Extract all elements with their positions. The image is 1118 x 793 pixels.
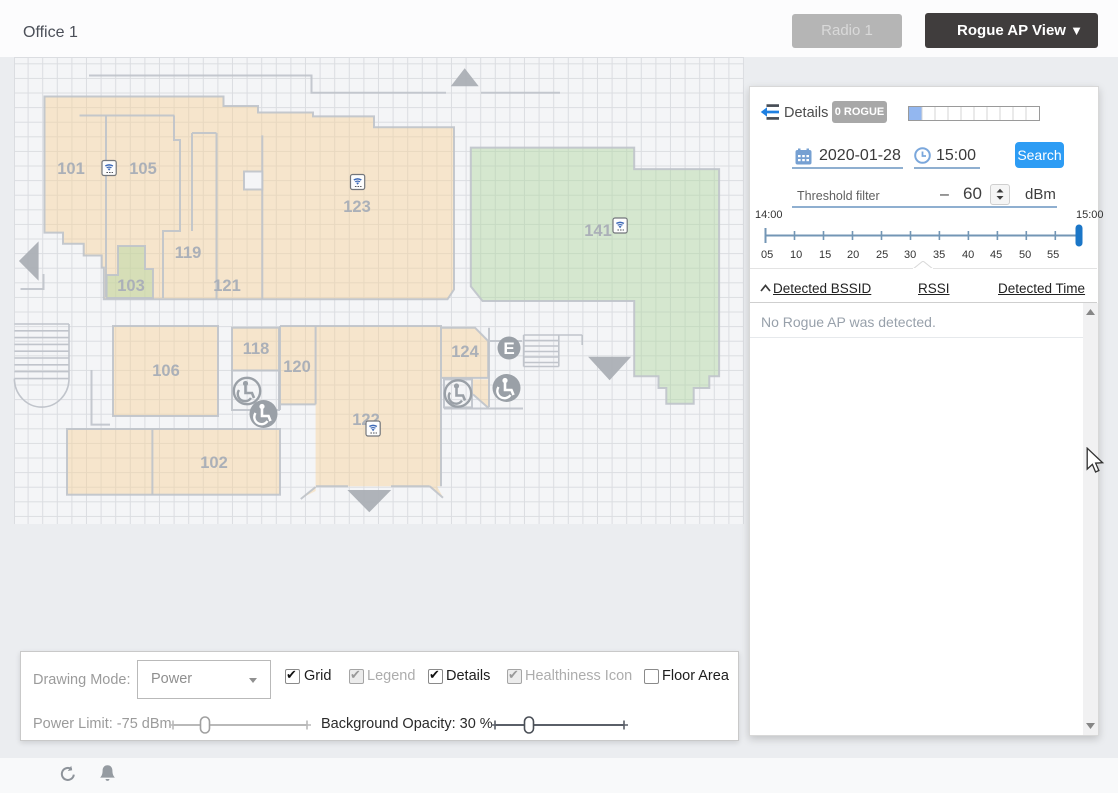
svg-text:121: 121 xyxy=(213,277,241,295)
svg-text:103: 103 xyxy=(117,277,145,295)
svg-text:E: E xyxy=(503,339,514,358)
svg-text:106: 106 xyxy=(152,362,180,380)
svg-text:120: 120 xyxy=(283,358,311,376)
svg-text:124: 124 xyxy=(451,343,479,361)
svg-text:141: 141 xyxy=(584,222,612,240)
svg-text:119: 119 xyxy=(175,244,202,262)
svg-text:105: 105 xyxy=(129,160,157,178)
svg-text:102: 102 xyxy=(200,454,228,472)
svg-text:101: 101 xyxy=(57,160,85,178)
svg-text:118: 118 xyxy=(243,340,270,358)
svg-text:123: 123 xyxy=(343,198,371,216)
